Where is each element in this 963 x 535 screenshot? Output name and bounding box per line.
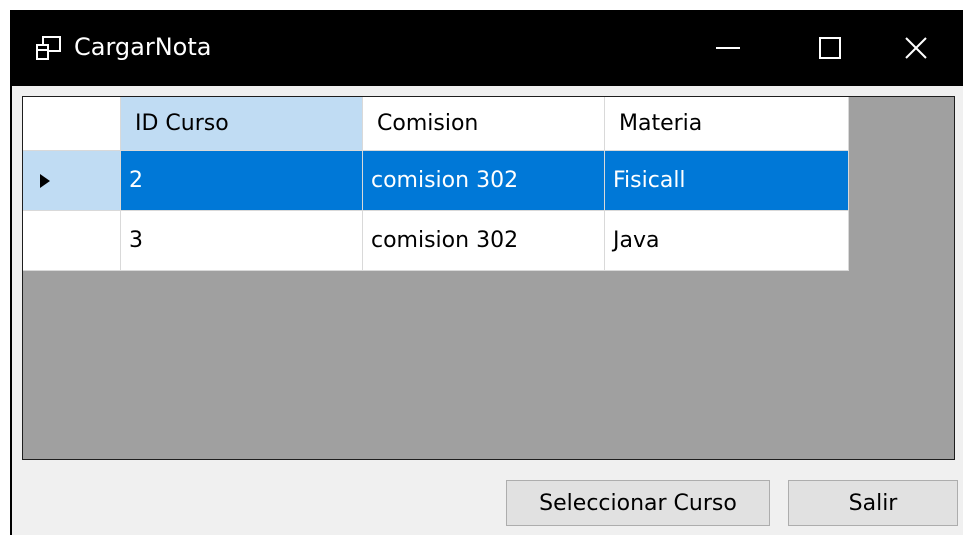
column-header-comision[interactable]: Comision [363, 97, 605, 151]
title-bar[interactable]: CargarNota [12, 10, 963, 86]
minimize-icon [716, 47, 740, 49]
maximize-icon [819, 37, 841, 59]
table-cell-comision[interactable]: comision 302 [363, 211, 605, 271]
table-cell-materia[interactable]: Fisicall [605, 151, 849, 211]
maximize-button[interactable] [794, 10, 866, 86]
row-header-selected[interactable] [23, 151, 121, 211]
table-cell-id[interactable]: 2 [121, 151, 363, 211]
column-header-materia[interactable]: Materia [605, 97, 849, 151]
grid-corner-cell[interactable] [23, 97, 121, 151]
current-row-arrow-icon [40, 173, 50, 188]
select-course-button[interactable]: Seleccionar Curso [506, 480, 770, 526]
table-cell-materia[interactable]: Java [605, 211, 849, 271]
close-icon [905, 37, 927, 59]
course-data-grid[interactable]: ID Curso Comision Materia 2 comision 302… [22, 96, 955, 460]
close-button[interactable] [880, 10, 952, 86]
column-header-id-curso[interactable]: ID Curso [121, 97, 363, 151]
form-icon [36, 36, 61, 60]
exit-button[interactable]: Salir [788, 480, 958, 526]
cargar-nota-window: CargarNota ID Curso Comision Materia 2 c… [10, 10, 963, 535]
row-header[interactable] [23, 211, 121, 271]
window-title: CargarNota [74, 33, 212, 61]
table-cell-comision[interactable]: comision 302 [363, 151, 605, 211]
minimize-button[interactable] [692, 10, 764, 86]
table-cell-id[interactable]: 3 [121, 211, 363, 271]
